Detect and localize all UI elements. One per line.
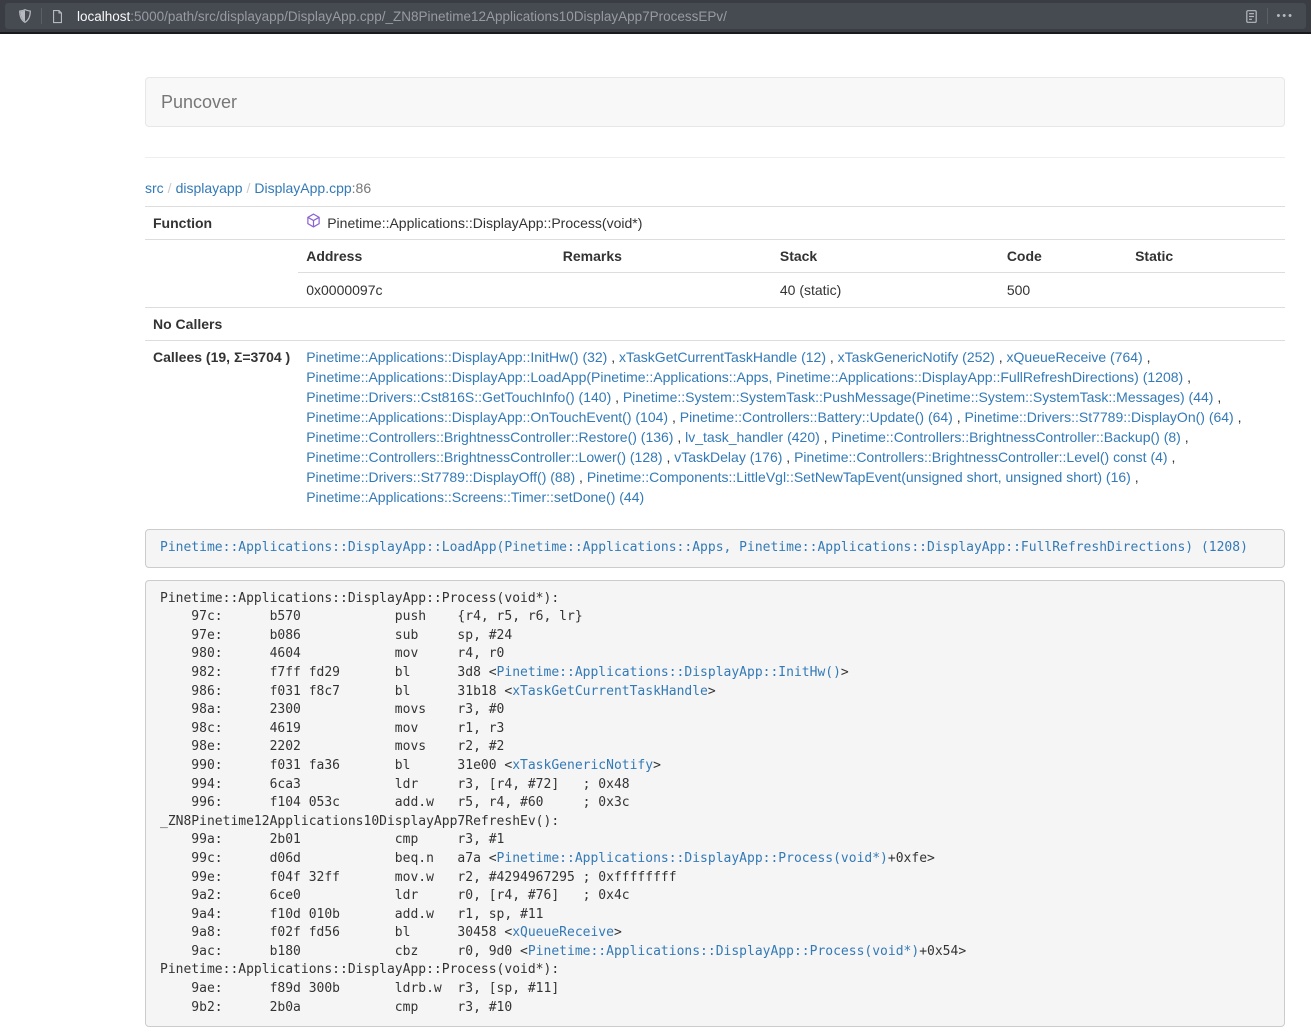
browser-toolbar: localhost:5000/path/src/displayapp/Displ… [0,0,1311,34]
callee-link[interactable]: lv_task_handler (420) [685,429,820,445]
callee-link[interactable]: Pinetime::Applications::DisplayApp::Init… [306,349,607,365]
static-value [1127,273,1285,308]
breadcrumb-line-number: :86 [352,180,371,196]
empty-header-cell [145,240,298,308]
breadcrumb-separator: / [243,180,255,196]
symbol-link[interactable]: xTaskGenericNotify [512,758,653,773]
address-value: 0x0000097c [298,273,555,308]
breadcrumb-src[interactable]: src [145,180,164,196]
callee-link[interactable]: Pinetime::Drivers::St7789::DisplayOff() … [306,469,575,485]
app-navbar: Puncover [145,77,1285,127]
col-header-address: Address [298,240,555,273]
table-row: 0x0000097c 40 (static) 500 [298,273,1285,308]
callee-link[interactable]: Pinetime::Controllers::BrightnessControl… [306,429,673,445]
symbol-link[interactable]: Pinetime::Applications::DisplayApp::Init… [497,665,841,680]
callees-label: Callees (19, Σ=3704 ) [145,341,298,514]
url-host: localhost [77,9,130,24]
reader-mode-icon[interactable] [1238,3,1265,29]
callee-link[interactable]: Pinetime::Controllers::BrightnessControl… [831,429,1180,445]
disassembly: Pinetime::Applications::DisplayApp::Proc… [160,590,1270,1018]
breadcrumb-displayapp[interactable]: displayapp [176,180,243,196]
highlighted-callee-box: Pinetime::Applications::DisplayApp::Load… [145,529,1285,568]
callee-link[interactable]: Pinetime::Applications::DisplayApp::Load… [306,369,1183,385]
col-header-static: Static [1127,240,1285,273]
no-callers-label: No Callers [145,308,298,341]
callee-link[interactable]: Pinetime::System::SystemTask::PushMessag… [623,389,1214,405]
remarks-value [555,273,772,308]
stack-value: 40 (static) [772,273,999,308]
page-info-icon[interactable] [44,3,71,29]
col-header-remarks: Remarks [555,240,772,273]
disassembly-box: Pinetime::Applications::DisplayApp::Proc… [145,580,1285,1027]
callee-link[interactable]: Pinetime::Applications::DisplayApp::OnTo… [306,409,668,425]
function-stats-table: Address Remarks Stack Code Static 0x0000… [298,240,1285,307]
callee-link[interactable]: xQueueReceive (764) [1007,349,1143,365]
shield-icon[interactable] [11,3,39,29]
url-bar[interactable]: localhost:5000/path/src/displayapp/Displ… [5,3,1306,29]
urlbar-divider [41,8,42,24]
callee-link[interactable]: Pinetime::Controllers::BrightnessControl… [794,449,1167,465]
callee-link[interactable]: Pinetime::Controllers::Battery::Update()… [680,409,953,425]
symbol-cube-icon [306,213,321,233]
callee-link[interactable]: Pinetime::Drivers::St7789::DisplayOn() (… [965,409,1234,425]
symbol-link[interactable]: xQueueReceive [512,925,614,940]
symbol-link[interactable]: Pinetime::Applications::DisplayApp::Proc… [528,944,919,959]
breadcrumb-file[interactable]: DisplayApp.cpp [254,180,351,196]
code-value: 500 [999,273,1127,308]
symbol-link[interactable]: xTaskGetCurrentTaskHandle [512,684,708,699]
table-row: No Callers [145,308,1285,341]
callee-link[interactable]: Pinetime::Controllers::BrightnessControl… [306,449,662,465]
brand-title[interactable]: Puncover [146,78,252,126]
callee-link[interactable]: xTaskGenericNotify (252) [838,349,995,365]
page-actions-icon[interactable]: ••• [1270,3,1300,29]
callee-link[interactable]: xTaskGetCurrentTaskHandle (12) [619,349,826,365]
function-detail-table: Function Pinetime::Applications::Display… [145,206,1285,513]
urlbar-divider [1267,8,1268,24]
url-path: :5000/path/src/displayapp/DisplayApp.cpp… [130,9,727,24]
callee-link[interactable]: Pinetime::Components::LittleVgl::SetNewT… [587,469,1131,485]
callee-link[interactable]: Pinetime::Drivers::Cst816S::GetTouchInfo… [306,389,611,405]
callers-cell [298,308,1285,341]
breadcrumb: src/displayapp/DisplayApp.cpp:86 [145,180,1285,196]
function-row-label: Function [145,207,298,240]
callee-link[interactable]: vTaskDelay (176) [674,449,782,465]
callee-link[interactable]: Pinetime::Applications::Screens::Timer::… [306,489,644,505]
table-row: Address Remarks Stack Code Static 0x0000… [145,240,1285,308]
url-text[interactable]: localhost:5000/path/src/displayapp/Displ… [77,9,1238,24]
divider [145,157,1285,158]
symbol-link[interactable]: Pinetime::Applications::DisplayApp::Proc… [497,851,888,866]
table-row: Function Pinetime::Applications::Display… [145,207,1285,240]
page-container: Puncover src/displayapp/DisplayApp.cpp:8… [145,77,1285,1027]
col-header-code: Code [999,240,1127,273]
breadcrumb-separator: / [164,180,176,196]
function-symbol-name: Pinetime::Applications::DisplayApp::Proc… [327,213,642,233]
highlighted-callee-link[interactable]: Pinetime::Applications::DisplayApp::Load… [160,540,1248,555]
table-row: Callees (19, Σ=3704 ) Pinetime::Applicat… [145,341,1285,514]
col-header-stack: Stack [772,240,999,273]
callees-list: Pinetime::Applications::DisplayApp::Init… [306,347,1277,507]
